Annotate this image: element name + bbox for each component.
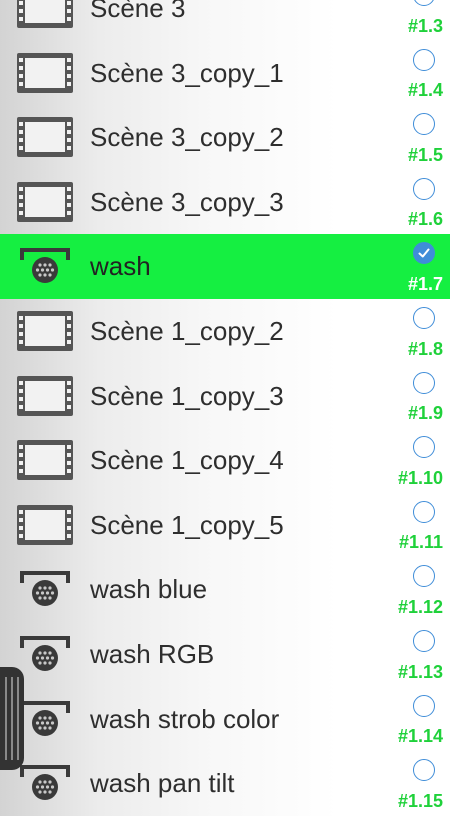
cue-row[interactable]: Scène 1_copy_4 #1.10 bbox=[0, 428, 450, 493]
cue-number: #1.11 bbox=[398, 532, 443, 553]
cue-label: wash strob color bbox=[90, 703, 280, 734]
cue-label: wash RGB bbox=[90, 638, 215, 669]
cue-row[interactable]: Scène 1_copy_5 #1.11 bbox=[0, 493, 450, 558]
cue-number: #1.4 bbox=[407, 80, 443, 101]
select-radio[interactable] bbox=[413, 306, 435, 329]
film-icon bbox=[17, 117, 73, 158]
grip-line bbox=[17, 677, 19, 760]
cue-row[interactable]: Scène 3_copy_2 #1.5 bbox=[0, 105, 450, 170]
cue-row[interactable]: Scène 3_copy_1 #1.4 bbox=[0, 41, 450, 106]
cue-row[interactable]: wash RGB #1.13 bbox=[0, 622, 450, 687]
wash-light-icon bbox=[17, 763, 73, 803]
cue-label: wash bbox=[90, 251, 151, 282]
cue-row-selected[interactable]: wash #1.7 bbox=[0, 234, 450, 299]
cue-number: #1.8 bbox=[407, 338, 443, 359]
select-radio[interactable] bbox=[413, 565, 435, 588]
drag-handle[interactable] bbox=[0, 667, 24, 770]
cue-label: Scène 1_copy_5 bbox=[90, 509, 284, 540]
cue-label: Scène 1_copy_3 bbox=[90, 380, 284, 411]
select-radio[interactable] bbox=[413, 759, 435, 782]
select-radio[interactable] bbox=[413, 113, 435, 136]
film-icon bbox=[17, 0, 73, 28]
film-icon bbox=[17, 440, 73, 481]
cue-label: wash pan tilt bbox=[90, 768, 235, 799]
wash-light-icon bbox=[17, 634, 73, 674]
cue-label: Scène 1_copy_4 bbox=[90, 445, 284, 476]
cue-number: #1.14 bbox=[397, 726, 443, 747]
select-radio[interactable] bbox=[413, 0, 435, 6]
select-radio[interactable] bbox=[413, 242, 435, 265]
cue-number: #1.5 bbox=[407, 144, 443, 165]
wash-light-icon bbox=[17, 246, 73, 286]
cue-label: wash blue bbox=[90, 574, 208, 605]
film-icon bbox=[17, 504, 73, 545]
select-radio[interactable] bbox=[413, 177, 435, 200]
cue-row[interactable]: Scène 3_copy_3 #1.6 bbox=[0, 170, 450, 235]
cue-row[interactable]: wash pan tilt #1.15 bbox=[0, 751, 450, 816]
cue-number: #1.13 bbox=[397, 661, 443, 682]
cue-number: #1.6 bbox=[407, 209, 443, 230]
grip-line bbox=[11, 677, 13, 760]
select-radio[interactable] bbox=[413, 629, 435, 652]
cue-row[interactable]: wash strob color #1.14 bbox=[0, 687, 450, 752]
cue-number: #1.7 bbox=[407, 273, 443, 294]
grip-line bbox=[5, 677, 7, 760]
cue-number: #1.15 bbox=[397, 790, 443, 811]
select-radio[interactable] bbox=[413, 500, 435, 523]
cue-label: Scène 3_copy_2 bbox=[90, 122, 284, 153]
cue-row[interactable]: wash blue #1.12 bbox=[0, 557, 450, 622]
wash-light-icon bbox=[17, 569, 73, 609]
cue-row[interactable]: Scène 1_copy_2 #1.8 bbox=[0, 299, 450, 364]
select-radio[interactable] bbox=[413, 48, 435, 71]
cue-label: Scène 1_copy_2 bbox=[90, 315, 284, 346]
select-radio[interactable] bbox=[413, 694, 435, 717]
film-icon bbox=[17, 310, 73, 351]
checkmark-icon bbox=[416, 245, 432, 261]
cue-number: #1.9 bbox=[407, 403, 443, 424]
film-icon bbox=[17, 181, 73, 222]
film-icon bbox=[17, 52, 73, 93]
cue-label: Scène 3_copy_3 bbox=[90, 186, 284, 217]
cue-number: #1.12 bbox=[397, 596, 443, 617]
cue-label: Scène 3_copy_1 bbox=[90, 57, 284, 88]
film-icon bbox=[17, 375, 73, 416]
cue-number: #1.10 bbox=[397, 467, 443, 488]
cue-row[interactable]: Scène 1_copy_3 #1.9 bbox=[0, 364, 450, 429]
cue-list: Scène 3 #1.3 Scène 3_copy_1 #1.4 Scène 3… bbox=[0, 0, 450, 816]
wash-light-icon bbox=[17, 699, 73, 739]
cue-number: #1.3 bbox=[407, 15, 443, 36]
select-radio[interactable] bbox=[413, 371, 435, 394]
select-radio[interactable] bbox=[413, 436, 435, 459]
cue-row[interactable]: Scène 3 #1.3 bbox=[0, 0, 450, 41]
cue-label: Scène 3 bbox=[90, 0, 186, 23]
